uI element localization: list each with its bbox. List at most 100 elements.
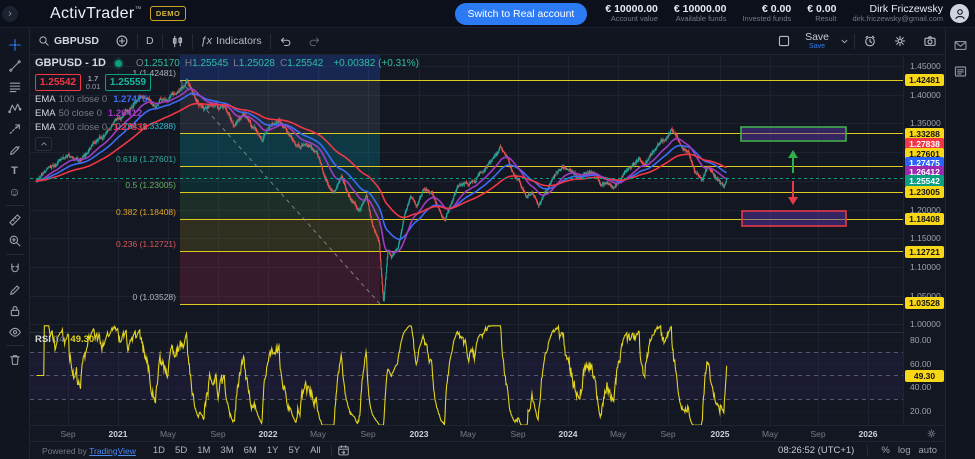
mail-icon[interactable] (953, 38, 968, 53)
xabcd-pattern-icon (8, 101, 22, 115)
tool-stay-drawing-mode[interactable] (4, 279, 26, 300)
timeframe-button[interactable]: D (138, 28, 162, 54)
trend-line-icon (8, 59, 22, 73)
symbol-search[interactable]: GBPUSD (30, 28, 107, 54)
ruler-icon (8, 213, 22, 227)
redo-icon (308, 35, 321, 48)
rsi-legend[interactable]: RSI1449.30 (35, 334, 94, 345)
chart-toolbar: GBPUSD D ƒx Indicators Save Save (30, 28, 945, 55)
symbol-title[interactable]: GBPUSD - 1D (35, 57, 106, 69)
range-button-5Y[interactable]: 5Y (283, 443, 305, 458)
auto-scale-toggle[interactable]: auto (919, 445, 938, 456)
chart-style-button[interactable] (163, 28, 192, 54)
plus-circle-icon (115, 34, 129, 48)
range-button-All[interactable]: All (305, 443, 326, 458)
undo-icon (279, 35, 292, 48)
range-button-5D[interactable]: 5D (170, 443, 192, 458)
avatar[interactable] (950, 4, 969, 23)
legend-collapse-button[interactable] (35, 137, 52, 151)
tool-ruler[interactable] (4, 209, 26, 230)
chevron-down-icon (839, 36, 850, 47)
price-axis[interactable]: 1.450001.400001.350001.200001.150001.100… (903, 55, 945, 425)
range-button-6M[interactable]: 6M (239, 443, 262, 458)
symbol-search-value: GBPUSD (54, 35, 99, 47)
tool-lock-drawings[interactable] (4, 300, 26, 321)
ema-legend-row-1[interactable]: EMA50 close 01.26412 (35, 108, 419, 119)
percent-scale-toggle[interactable]: % (881, 445, 889, 456)
price-axis-label: 1.15000 (910, 233, 941, 243)
add-symbol-button[interactable] (107, 28, 137, 54)
text-tool-icon: T (11, 165, 18, 177)
price-axis-label: 1.10000 (910, 262, 941, 272)
fib-label-0.5: 0.5 (1.23005) (125, 180, 176, 190)
log-scale-toggle[interactable]: log (898, 445, 911, 456)
redo-button[interactable] (300, 28, 329, 54)
tool-fib-retracement[interactable] (4, 76, 26, 97)
tradingview-link[interactable]: TradingView (89, 446, 136, 456)
user-info[interactable]: Dirk Friczewsky dirk.friczewsky@gmail.co… (852, 3, 943, 24)
time-tick-2023: 2023 (410, 429, 429, 439)
alert-clock-button[interactable] (855, 34, 885, 48)
range-button-1M[interactable]: 1M (192, 443, 215, 458)
range-button-1Y[interactable]: 1Y (262, 443, 284, 458)
time-tick-2021: 2021 (109, 429, 128, 439)
price-badge-1.42481: 1.42481 (905, 74, 944, 86)
gear-icon (893, 34, 907, 48)
switch-to-real-account-button[interactable]: Switch to Real account (455, 3, 588, 25)
person-icon (953, 7, 967, 21)
ema-legend-row-2[interactable]: EMA200 close 01.27838 (35, 122, 419, 133)
price-badge-1.03528: 1.03528 (905, 297, 944, 309)
ema-legend-row-0[interactable]: EMA100 close 01.27475 (35, 94, 419, 105)
price-badge-1.18408: 1.18408 (905, 213, 944, 225)
time-tick-Sep: Sep (810, 429, 825, 439)
go-to-date-button[interactable] (337, 444, 350, 457)
tool-magnet[interactable] (4, 258, 26, 279)
tool-remove-drawings[interactable] (4, 349, 26, 370)
time-tick-2022: 2022 (259, 429, 278, 439)
panel-expander-button[interactable]: › (2, 6, 18, 22)
tool-brush[interactable] (4, 139, 26, 160)
undo-button[interactable] (271, 28, 300, 54)
tool-crosshair[interactable] (4, 34, 26, 55)
account-stat-3: € 0.00Result (807, 3, 836, 24)
fib-label-0: 0 (1.03528) (133, 292, 176, 302)
zoom-in-icon (8, 234, 22, 248)
chart-settings-button[interactable] (885, 34, 915, 48)
tool-text[interactable]: T (4, 160, 26, 181)
tool-hide-drawings[interactable] (4, 321, 26, 342)
layout-select-button[interactable] (769, 34, 799, 48)
price-axis-label: 1.40000 (910, 90, 941, 100)
range-button-3M[interactable]: 3M (215, 443, 238, 458)
axis-settings-gear-icon[interactable] (926, 428, 937, 439)
tool-zoom-in[interactable] (4, 230, 26, 251)
chevron-up-icon (39, 139, 49, 149)
header-bar: › ActivTrader™ DEMO Switch to Real accou… (0, 0, 975, 28)
tool-xabcd-pattern[interactable] (4, 97, 26, 118)
market-open-dot (115, 60, 122, 67)
app-logo: ActivTrader™ (50, 5, 142, 23)
chart-pane[interactable]: 1 (1.42481)0.764 (1.33288)0.618 (1.27601… (30, 55, 903, 425)
time-tick-2025: 2025 (711, 429, 730, 439)
indicators-button[interactable]: ƒx Indicators (193, 28, 270, 54)
snapshot-button[interactable] (915, 34, 945, 48)
fib-label-0.382: 0.382 (1.18408) (116, 207, 176, 217)
change-value: +0.00382 (+0.31%) (333, 58, 419, 69)
save-layout-button[interactable]: Save Save (799, 32, 835, 51)
smiley-icon: ☺ (8, 185, 20, 199)
tool-trend-line[interactable] (4, 55, 26, 76)
time-axis[interactable]: Sep2021MaySep2022MaySep2023MaySep2024May… (30, 425, 945, 441)
time-tick-Sep: Sep (360, 429, 375, 439)
fib-retracement-icon (8, 80, 22, 94)
news-icon[interactable] (953, 64, 968, 79)
buy-button[interactable]: 1.25559 (105, 74, 151, 91)
trademark: ™ (135, 6, 142, 13)
range-button-1D[interactable]: 1D (148, 443, 170, 458)
candles-icon (171, 35, 184, 48)
save-menu-chevron[interactable] (835, 36, 854, 47)
fx-icon: ƒx (201, 35, 213, 47)
clock-display[interactable]: 08:26:52 (UTC+1) (778, 445, 854, 456)
chart-legend: GBPUSD - 1D O1.25170H1.25545L1.25028C1.2… (35, 57, 419, 151)
tool-emoji[interactable]: ☺ (4, 181, 26, 202)
sell-button[interactable]: 1.25542 (35, 74, 81, 91)
tool-forecast[interactable] (4, 118, 26, 139)
